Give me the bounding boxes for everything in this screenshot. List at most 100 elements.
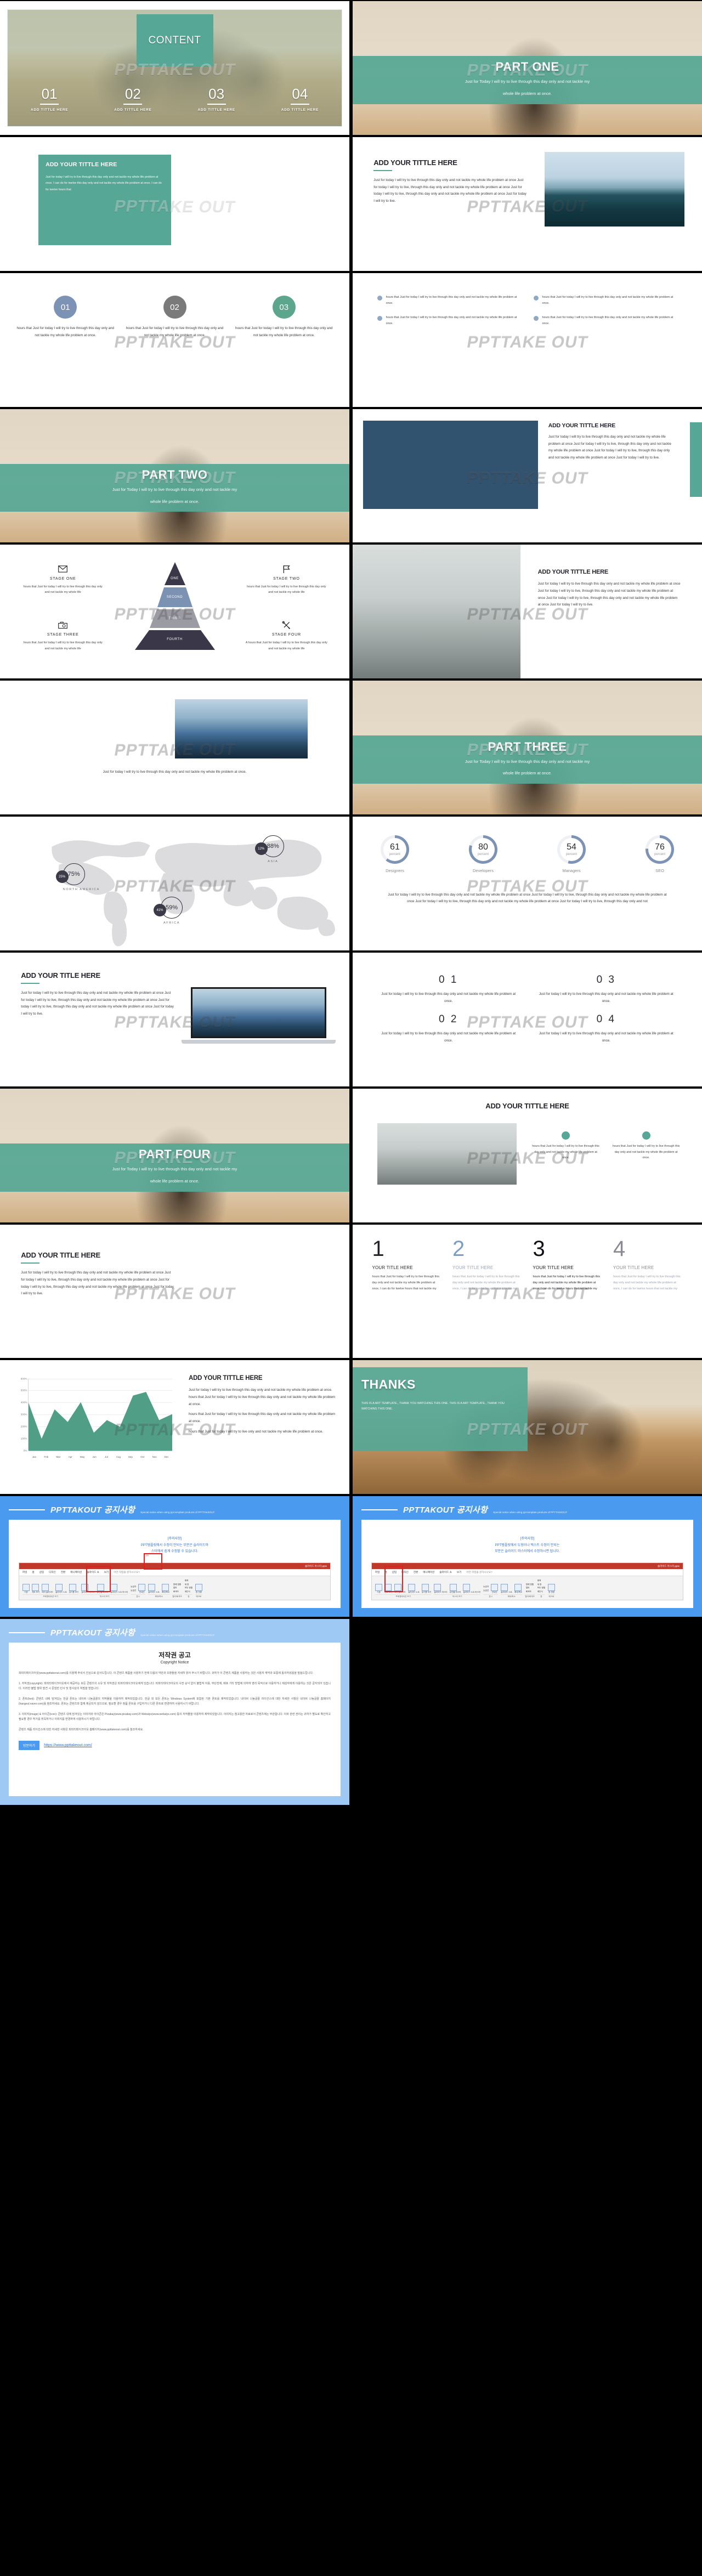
content-item[interactable]: 03 ADD TITTLE HERE — [175, 87, 258, 112]
quad-item[interactable]: 1 YOUR TITLE HERE hours that Just for to… — [366, 1238, 447, 1292]
ribbon-tab[interactable]: 파일 — [22, 1571, 27, 1574]
map-bubble-north-america[interactable]: 75% 25% NORTH AMERICA — [55, 863, 100, 891]
slide-fog-forest[interactable]: ADD YOUR TITTLE HERE Just for today I wi… — [353, 545, 702, 679]
macro-icon[interactable] — [547, 1583, 555, 1591]
fit-window-icon[interactable] — [514, 1583, 522, 1591]
slide-palms[interactable]: ADD YOUR TITLE HERE Just for today I wil… — [0, 1224, 349, 1358]
ribbon-check[interactable]: 눈금자 — [131, 1585, 136, 1588]
quad-item[interactable]: 3 YOUR TITLE HERE hours that Just for to… — [528, 1238, 608, 1292]
ribbon-tab[interactable]: 전환 — [414, 1571, 418, 1574]
bignum-item[interactable]: 0 3 Just for today I will try to live th… — [539, 974, 675, 1005]
donut-item[interactable]: 54 percent Managers — [557, 835, 586, 873]
donut-item[interactable]: 61 percent Designers — [380, 835, 409, 873]
outline-view-icon[interactable] — [32, 1583, 39, 1591]
visit-button[interactable]: 방문하기 — [19, 1741, 40, 1751]
notes-master-icon[interactable] — [463, 1583, 471, 1591]
ribbon-help[interactable]: 어떤 작업을 원하시나요? — [114, 1571, 139, 1574]
slide-content[interactable]: CONTENT PPTTAKE OUT 01 ADD TITTLE HERE 0… — [0, 1, 349, 135]
slide-big-numbers[interactable]: 0 1 Just for today I will try to live th… — [353, 952, 702, 1086]
circle-item[interactable]: 03 hours that Just for today I will try … — [233, 296, 336, 339]
bullet-item[interactable]: hours that Just for today I will try to … — [533, 315, 678, 327]
ribbon-tab[interactable]: 홈 — [32, 1571, 34, 1574]
slide-pyramid[interactable]: ONE SECOND THIRD FOURTH STAGE ONE hours … — [0, 545, 349, 679]
ribbon-button[interactable]: 회색조 — [173, 1590, 181, 1593]
quad-item[interactable]: 4 YOUR TITLE HERE hours that Just for to… — [608, 1238, 688, 1292]
bullet-item[interactable]: hours that Just for today I will try to … — [377, 315, 522, 327]
ribbon-help[interactable]: 어떤 작업을 원하시나요? — [466, 1571, 492, 1574]
notes-page-icon[interactable] — [408, 1583, 416, 1591]
ribbon-tab[interactable]: 파일 — [375, 1571, 380, 1574]
content-item[interactable]: 01 ADD TITTLE HERE — [8, 87, 91, 112]
ribbon-tab-view[interactable]: 보기 — [457, 1571, 461, 1574]
ribbon-tab[interactable]: 슬라이드 쇼 — [439, 1571, 451, 1574]
slide-part-one[interactable]: PART ONE Just for Today I will try to li… — [353, 1, 702, 135]
visit-link[interactable]: https://www.ppttakeout.com/ — [44, 1743, 92, 1747]
donut-item[interactable]: 80 percent Developers — [468, 835, 497, 873]
reading-view-icon[interactable] — [421, 1583, 429, 1591]
donut-item[interactable]: 76 percent SEO — [646, 835, 675, 873]
ribbon-check[interactable]: 눈금선 — [131, 1589, 136, 1592]
slide-title-text-photo[interactable]: ADD YOUR TITTLE HERE Just for today I wi… — [353, 137, 702, 271]
stage-four[interactable]: STAGE FOUR A hours that Just for today I… — [245, 620, 329, 652]
slide-part-four[interactable]: PART FOUR Just for Today I will try to l… — [0, 1088, 349, 1222]
ribbon-tab[interactable]: 전환 — [61, 1571, 65, 1574]
ribbon-check[interactable]: 눈금자 — [483, 1585, 489, 1588]
ribbon-button[interactable]: 계단식 — [537, 1590, 545, 1593]
slide-part-two[interactable]: PART TWO Just for Today I will try to li… — [0, 409, 349, 543]
card-item[interactable]: hours that Just for today I will try to … — [611, 1131, 681, 1161]
handout-master-icon[interactable] — [449, 1583, 457, 1591]
slide-laptop[interactable]: ADD YOUR TITLE HERE Just for today I wil… — [0, 952, 349, 1086]
ribbon-check[interactable]: 눈금선 — [483, 1589, 489, 1592]
ribbon-tab[interactable]: 디자인 — [49, 1571, 56, 1574]
slide-two-photos[interactable]: Just for today I will try to live throug… — [0, 681, 349, 815]
macro-icon[interactable] — [195, 1583, 202, 1591]
quad-item[interactable]: 2 YOUR TITLE HERE hours that Just for to… — [447, 1238, 528, 1292]
slide-sorter-icon[interactable] — [42, 1583, 49, 1591]
notes-icon[interactable] — [138, 1583, 146, 1591]
card-item[interactable]: hours that Just for today I will try to … — [531, 1131, 601, 1161]
ribbon-tab[interactable]: 삽입 — [39, 1571, 44, 1574]
slide-sunset-panel[interactable]: ADD YOUR TITTLE HERE Just for today I wi… — [0, 137, 349, 271]
stage-one[interactable]: STAGE ONE hours that Just for today I wi… — [21, 564, 105, 596]
bullet-item[interactable]: hours that Just for today I will try to … — [533, 295, 678, 307]
bignum-item[interactable]: 0 4 Just for today I will try to live th… — [539, 1014, 675, 1044]
map-bubble-asia[interactable]: 88% 12% ASIA — [254, 835, 284, 863]
bignum-item[interactable]: 0 1 Just for today I will try to live th… — [381, 974, 517, 1005]
slide-photo-two-cards[interactable]: ADD YOUR TITTLE HERE hours that Just for… — [353, 1088, 702, 1222]
fit-window-icon[interactable] — [161, 1583, 169, 1591]
ribbon-tab[interactable]: 애니메이션 — [423, 1571, 434, 1574]
ribbon-button[interactable]: 계단식 — [185, 1590, 193, 1593]
ribbon-button[interactable]: 모두 정렬 — [185, 1586, 193, 1589]
slide-master-icon[interactable] — [434, 1583, 441, 1591]
bignum-item[interactable]: 0 2 Just for today I will try to live th… — [381, 1014, 517, 1044]
notes-icon[interactable] — [491, 1583, 499, 1591]
content-item[interactable]: 04 ADD TITTLE HERE — [258, 87, 342, 112]
stage-two[interactable]: STAGE TWO hours that Just for today I wi… — [245, 564, 329, 596]
slide-three-circles[interactable]: 01 hours that Just for today I will try … — [0, 273, 349, 407]
slide-world-map[interactable]: 75% 25% NORTH AMERICA 59% 41% AFRICA 88%… — [0, 817, 349, 950]
zoom-icon[interactable] — [501, 1583, 508, 1591]
circle-item[interactable]: 02 hours that Just for today I will try … — [123, 296, 227, 339]
circle-item[interactable]: 01 hours that Just for today I will try … — [14, 296, 117, 339]
ribbon-tab[interactable]: 애니메이션 — [70, 1571, 82, 1574]
slide-area-chart[interactable]: 600% 500% 400% 300% 200% 100% 0% Jan Feb… — [0, 1360, 349, 1494]
notes-master-icon[interactable] — [110, 1583, 118, 1591]
visit-row[interactable]: 방문하기 https://www.ppttakeout.com/ — [19, 1741, 92, 1751]
slide-bullet-list[interactable]: hours that Just for today I will try to … — [353, 273, 702, 407]
ribbon-button[interactable]: 모두 정렬 — [537, 1586, 545, 1589]
slide-percent-donuts[interactable]: 61 percent Designers 80 percent Develope… — [353, 817, 702, 950]
map-bubble-africa[interactable]: 59% 41% AFRICA — [154, 897, 183, 925]
normal-view-icon[interactable] — [22, 1583, 30, 1591]
slide-part-three[interactable]: PART THREE Just for Today I will try to … — [353, 681, 702, 815]
area-chart[interactable]: 600% 500% 400% 300% 200% 100% 0% Jan Feb… — [14, 1377, 174, 1459]
slide-thanks[interactable]: THANKS THIS IS A ART TEMPLATE., THANK YO… — [353, 1360, 702, 1494]
zoom-icon[interactable] — [148, 1583, 156, 1591]
slide-photo-text-right[interactable]: ADD YOUR TITTLE HERE Just for today I wi… — [353, 409, 702, 543]
bullet-item[interactable]: hours that Just for today I will try to … — [377, 295, 522, 307]
reading-view-icon[interactable] — [69, 1583, 76, 1591]
notes-page-icon[interactable] — [55, 1583, 63, 1591]
ribbon-button[interactable]: 회색조 — [526, 1590, 534, 1593]
normal-view-icon[interactable] — [375, 1583, 382, 1591]
content-item[interactable]: 02 ADD TITTLE HERE — [91, 87, 174, 112]
slide-quad-numbers[interactable]: 1 YOUR TITLE HERE hours that Just for to… — [353, 1224, 702, 1358]
